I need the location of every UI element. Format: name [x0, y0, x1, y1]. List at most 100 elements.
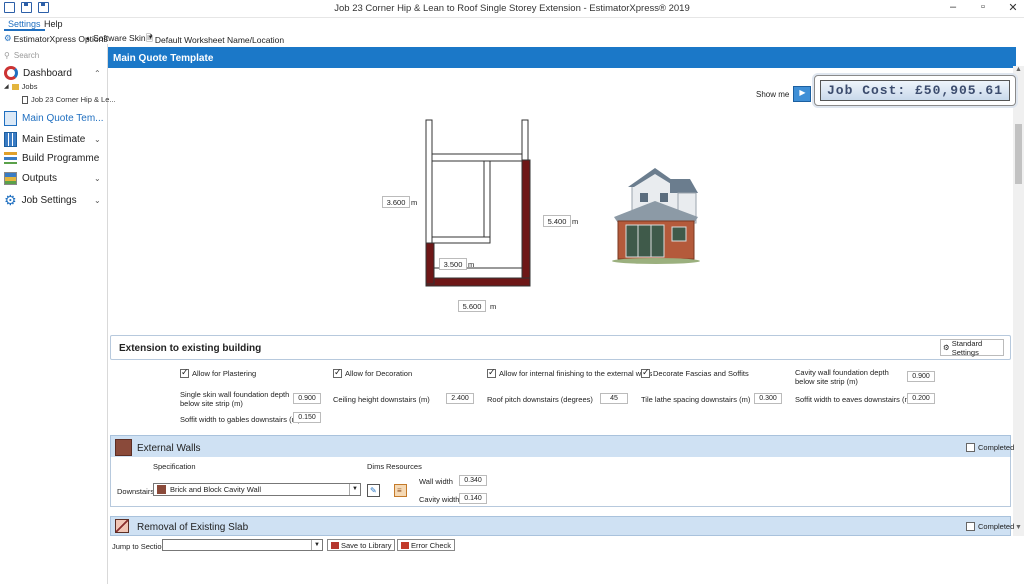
cavity-width-field[interactable]: 0.140 [459, 493, 487, 504]
resources-button[interactable]: ≡ [394, 484, 407, 497]
sidebar-item-outputs[interactable]: Outputs ⌄ [4, 172, 101, 185]
sidebar-label-main-estimate: Main Estimate [22, 134, 86, 145]
extension-wall-right [521, 159, 531, 285]
brick-wall-icon [157, 485, 166, 494]
roof-pitch-label: Roof pitch downstairs (degrees) [487, 395, 593, 404]
downstairs-label: Downstairs [117, 487, 155, 496]
gantt-icon [4, 152, 17, 164]
external-walls-header[interactable]: External Walls Completed [110, 435, 1014, 459]
gear-icon: ⚙ [4, 192, 17, 208]
specification-header: Specification [153, 462, 196, 471]
removal-slab-header[interactable]: Removal of Existing Slab Completed [110, 516, 1014, 536]
save-to-library-label: Save to Library [341, 540, 392, 550]
maximize-button[interactable]: ▫ [976, 1, 990, 14]
gear-icon: ⚙ [943, 343, 950, 352]
folder-icon [11, 83, 19, 90]
wall-width-field[interactable]: 0.340 [459, 475, 487, 486]
sidebar-item-job-settings[interactable]: ⚙ Job Settings ⌄ [4, 192, 101, 209]
extension-wall-left [425, 242, 435, 285]
extension-title: Extension to existing building [119, 343, 262, 354]
external-walls-completed-checkbox[interactable]: Completed [966, 443, 1014, 452]
cavity-depth-label: Cavity wall foundation depth below site … [795, 368, 889, 386]
removal-slab-title: Removal of Existing Slab [137, 522, 249, 533]
ceiling-height-field[interactable]: 2.400 [446, 393, 474, 404]
sidebar-item-dashboard[interactable]: Dashboard ⌃ [4, 66, 101, 80]
completed-label: Completed [978, 522, 1015, 531]
sidebar-item-main-quote[interactable]: Main Quote Tem... [4, 111, 104, 126]
single-skin-depth-label: Single skin wall foundation depth below … [180, 390, 290, 408]
dim-left-field[interactable]: 3.600 [382, 196, 410, 208]
soffit-eaves-label: Soffit width to eaves downstairs (m) [795, 395, 914, 404]
jump-to-section-label: Jump to Section: [112, 542, 168, 551]
fascias-checkbox[interactable]: Decorate Fascias and Soffits [641, 367, 749, 378]
decoration-label: Allow for Decoration [345, 369, 413, 378]
internal-finishing-checkbox[interactable]: Allow for internal finishing to the exte… [487, 367, 652, 378]
standard-settings-label: Standard Settings [951, 338, 983, 357]
soffit-eaves-field[interactable]: 0.200 [907, 393, 935, 404]
roof-pitch-field[interactable]: 45 [600, 393, 628, 404]
decoration-checkbox[interactable]: Allow for Decoration [333, 367, 413, 378]
software-skin-label: Software Skin [93, 33, 146, 43]
minimize-button[interactable]: – [946, 1, 960, 14]
sidebar-item-build-programme[interactable]: Build Programme [4, 152, 99, 164]
tile-lathe-field[interactable]: 0.300 [754, 393, 782, 404]
job-cost-display: Job Cost: £50,905.61 [814, 75, 1016, 106]
external-walls-title: External Walls [137, 443, 201, 454]
removal-completed-checkbox[interactable]: Completed [966, 522, 1014, 531]
soffit-gables-field[interactable]: 0.150 [293, 412, 321, 423]
chevron-down-icon: ⌄ [94, 135, 101, 144]
checkbox-checked-icon [333, 367, 342, 378]
chevron-up-icon: ⌃ [94, 68, 101, 78]
single-skin-depth-field[interactable]: 0.900 [293, 393, 321, 404]
search-input[interactable]: ⚲ Search [4, 48, 104, 62]
close-button[interactable]: ✕ [1006, 1, 1020, 14]
scrollbar-thumb[interactable] [1015, 124, 1022, 184]
menu-bar: Settings Help [0, 18, 1024, 32]
checkbox-checked-icon [641, 367, 650, 378]
dims-button[interactable]: ✎ [367, 484, 380, 497]
outputs-icon [4, 172, 17, 185]
jump-to-section-select[interactable]: ▼ [162, 539, 323, 551]
wall-width-label: Wall width [419, 477, 453, 486]
dim-bottom-field[interactable]: 5.600 [458, 300, 486, 312]
standard-settings-button[interactable]: ⚙ Standard Settings [940, 338, 1004, 357]
error-check-label: Error Check [411, 540, 452, 550]
sidebar-label-job23: Job 23 Corner Hip & Le... [31, 95, 116, 104]
chevron-down-icon: ⌄ [94, 196, 101, 205]
error-check-button[interactable]: Error Check [397, 539, 456, 551]
inner-wall-top [431, 153, 523, 162]
dim-inner-field[interactable]: 3.500 [439, 258, 467, 270]
dim-left-unit: m [411, 198, 418, 207]
plastering-checkbox[interactable]: Allow for Plastering [180, 367, 257, 378]
menu-help[interactable]: Help [40, 19, 67, 29]
library-icon [331, 541, 339, 549]
specification-select[interactable]: Brick and Block Cavity Wall ▼ [153, 483, 361, 496]
sidebar-label-main-quote: Main Quote Tem... [22, 113, 104, 124]
bottom-bar: Jump to Section: ▼ Save to Library Error… [108, 536, 1024, 556]
sidebar: ⚲ Search Dashboard ⌃ ◢ Jobs Job 23 Corne… [0, 44, 116, 584]
show-me-button[interactable]: Show me [756, 86, 812, 102]
window-title: Job 23 Corner Hip & Lean to Roof Single … [334, 3, 690, 14]
dim-bottom-unit: m [490, 302, 497, 311]
checkbox-checked-icon [180, 367, 189, 378]
cavity-depth-field[interactable]: 0.900 [907, 371, 935, 382]
chevron-down-icon: ⌄ [94, 174, 101, 183]
sidebar-item-job23[interactable]: Job 23 Corner Hip & Le... [22, 95, 116, 104]
quote-icon [4, 111, 17, 126]
dashboard-icon [4, 66, 18, 80]
software-skin-button[interactable]: ◐ Software Skin ▼ [86, 33, 154, 43]
scroll-down-icon[interactable]: ▼ [1015, 524, 1022, 531]
ceiling-height-label: Ceiling height downstairs (m) [333, 395, 430, 404]
sidebar-label-dashboard: Dashboard [23, 67, 72, 79]
sidebar-item-main-estimate[interactable]: Main Estimate ⌄ [4, 132, 101, 147]
save-to-library-button[interactable]: Save to Library [327, 539, 396, 551]
floor-plan-diagram [425, 119, 531, 287]
sidebar-item-jobs[interactable]: ◢ Jobs [4, 82, 37, 91]
vertical-scrollbar[interactable] [1013, 66, 1024, 536]
soffit-gables-label: Soffit width to gables downstairs (m) [180, 415, 301, 424]
menu-settings[interactable]: Settings [4, 19, 45, 31]
dim-right-field[interactable]: 5.400 [543, 215, 571, 227]
scroll-up-icon[interactable]: ▲ [1015, 66, 1022, 73]
search-icon: ⚲ [4, 50, 10, 60]
plastering-label: Allow for Plastering [192, 369, 257, 378]
